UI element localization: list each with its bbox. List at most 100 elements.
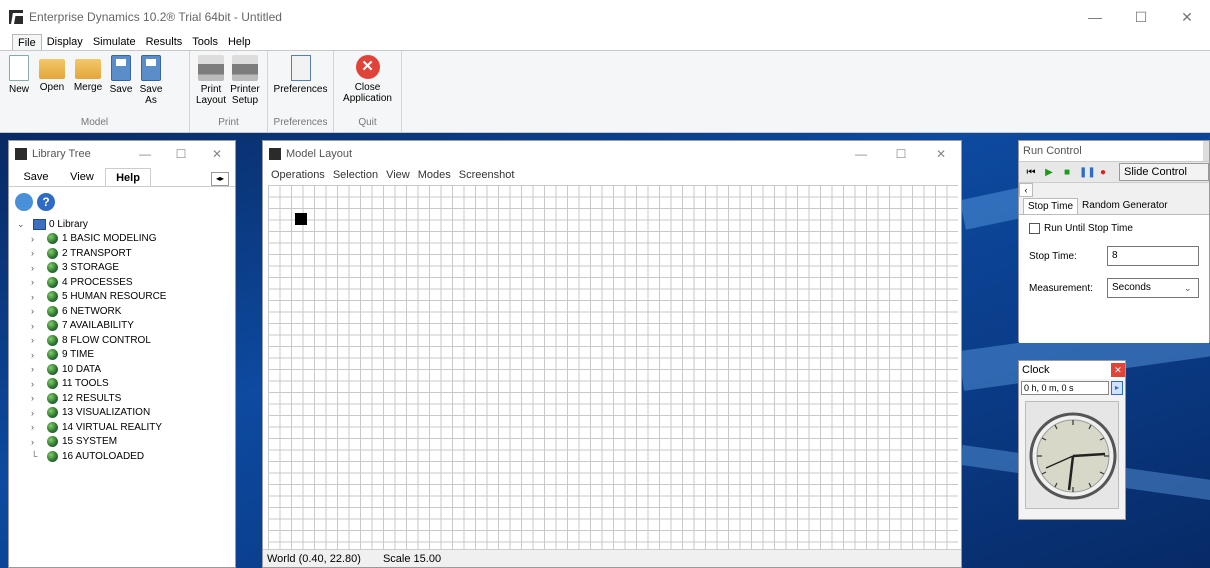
tab-stop-time[interactable]: Stop Time [1023,198,1079,214]
expand-right-icon[interactable]: › [31,321,47,331]
expand-right-icon[interactable]: › [31,306,47,316]
menu-view[interactable]: View [386,167,410,183]
tree-item[interactable]: › 6 NETWORK [31,304,235,319]
save-as-button[interactable]: Save As [136,55,166,106]
model-layout-header: Model Layout — ☐ ✕ [263,141,961,167]
pause-icon[interactable]: ❚❚ [1079,167,1096,178]
model-grid-canvas[interactable] [268,185,958,551]
open-folder-icon [39,59,65,79]
clock-close-button[interactable]: ✕ [1111,363,1125,377]
tree-item[interactable]: › 12 RESULTS [31,391,235,406]
tree-root[interactable]: ⌄ 0 Library [17,217,235,232]
run-control-scroll[interactable]: ‹ [1019,183,1209,197]
library-tab-view[interactable]: View [59,168,105,186]
category-globe-icon [47,421,58,433]
library-minimize-button[interactable]: — [127,147,163,161]
expand-right-icon[interactable]: › [31,422,47,432]
stop-icon[interactable]: ■ [1061,167,1073,178]
save-disk-icon [111,55,131,81]
tab-scroll-arrows-icon[interactable]: ◂▸ [211,172,229,186]
clock-arrow-button[interactable]: ▸ [1111,381,1123,395]
reset-icon[interactable]: ⏮ [1025,167,1037,178]
library-icon-row: ? [9,187,235,217]
print-layout-button[interactable]: Print Layout [194,55,228,106]
category-globe-icon [47,334,58,346]
run-until-checkbox[interactable] [1029,223,1040,234]
play-icon[interactable]: ▶ [1043,167,1055,178]
tree-item[interactable]: › 9 TIME [31,348,235,363]
tree-item[interactable]: › 15 SYSTEM [31,435,235,450]
expand-right-icon[interactable]: › [31,263,47,273]
tree-item[interactable]: › 4 PROCESSES [31,275,235,290]
tree-item[interactable]: › 5 HUMAN RESOURCE [31,290,235,305]
tree-item[interactable]: › 2 TRANSPORT [31,246,235,261]
minimize-button[interactable]: — [1072,9,1118,26]
app-logo-icon [9,10,23,24]
model-close-button[interactable]: ✕ [921,147,961,161]
expand-right-icon[interactable]: › [31,335,47,345]
measurement-select[interactable]: Seconds ⌄ [1107,278,1199,298]
slide-control-button[interactable]: Slide Control [1119,163,1209,181]
scroll-left-icon[interactable]: ‹ [1019,183,1033,197]
tree-item[interactable]: › 7 AVAILABILITY [31,319,235,334]
menu-operations[interactable]: Operations [271,167,325,183]
preferences-icon [290,55,311,81]
new-button[interactable]: New [4,55,34,95]
menu-screenshot[interactable]: Screenshot [459,167,515,183]
library-close-button[interactable]: ✕ [199,147,235,161]
expand-right-icon[interactable]: › [31,364,47,374]
preferences-button[interactable]: Preferences [273,55,329,95]
expand-right-icon[interactable]: › [31,248,47,258]
expand-right-icon[interactable]: › [31,393,47,403]
expand-right-icon[interactable]: › [31,408,47,418]
close-application-button[interactable]: ✕ Close Application [340,55,396,104]
printer-setup-button[interactable]: Printer Setup [228,55,262,106]
expand-right-icon[interactable]: › [31,277,47,287]
expand-right-icon[interactable]: › [31,234,47,244]
menu-tab-display[interactable]: Display [42,34,88,50]
menu-tab-file[interactable]: File [12,34,42,50]
merge-button[interactable]: Merge [70,55,106,93]
tree-item[interactable]: › 13 VISUALIZATION [31,406,235,421]
measurement-row: Measurement: Seconds ⌄ [1029,278,1199,298]
library-maximize-button[interactable]: ☐ [163,147,199,161]
library-tab-save[interactable]: Save [13,168,59,186]
tree-item[interactable]: › 8 FLOW CONTROL [31,333,235,348]
tree-item[interactable]: › 3 STORAGE [31,261,235,276]
menu-tab-results[interactable]: Results [141,34,188,50]
expand-down-icon[interactable]: ⌄ [17,219,33,230]
menu-tab-simulate[interactable]: Simulate [88,34,141,50]
library-tree-header: Library Tree — ☐ ✕ [9,141,235,167]
tree-item[interactable]: › 14 VIRTUAL REALITY [31,420,235,435]
library-tab-help[interactable]: Help [105,168,151,186]
menu-tab-help[interactable]: Help [223,34,256,50]
open-button[interactable]: Open [34,55,70,93]
help-icon[interactable]: ? [37,193,55,211]
tree-item[interactable]: › 1 BASIC MODELING [31,232,235,247]
ribbon-group-preferences: Preferences Preferences [268,51,334,132]
maximize-button[interactable]: ☐ [1118,9,1164,26]
category-globe-icon [47,392,58,404]
library-globe-icon[interactable] [15,193,33,211]
tree-item[interactable]: └ 16 AUTOLOADED [31,449,235,464]
menu-selection[interactable]: Selection [333,167,378,183]
tree-item[interactable]: › 10 DATA [31,362,235,377]
expand-right-icon[interactable]: › [31,437,47,447]
model-atom-block[interactable] [295,213,307,225]
tree-item[interactable]: › 11 TOOLS [31,377,235,392]
model-maximize-button[interactable]: ☐ [881,147,921,161]
stop-time-input[interactable]: 8 [1107,246,1199,266]
run-until-checkbox-row[interactable]: Run Until Stop Time [1029,223,1199,234]
expand-right-icon[interactable]: › [31,350,47,360]
save-button[interactable]: Save [106,55,136,95]
category-globe-icon [47,247,58,259]
menu-modes[interactable]: Modes [418,167,451,183]
tab-random-generator[interactable]: Random Generator [1078,198,1172,214]
menu-tab-tools[interactable]: Tools [187,34,223,50]
expand-right-icon[interactable]: › [31,379,47,389]
model-minimize-button[interactable]: — [841,147,881,161]
scale-readout: Scale 15.00 [382,553,442,565]
close-window-button[interactable]: ✕ [1164,9,1210,26]
expand-right-icon[interactable]: › [31,292,47,302]
record-icon[interactable]: ● [1097,167,1109,178]
